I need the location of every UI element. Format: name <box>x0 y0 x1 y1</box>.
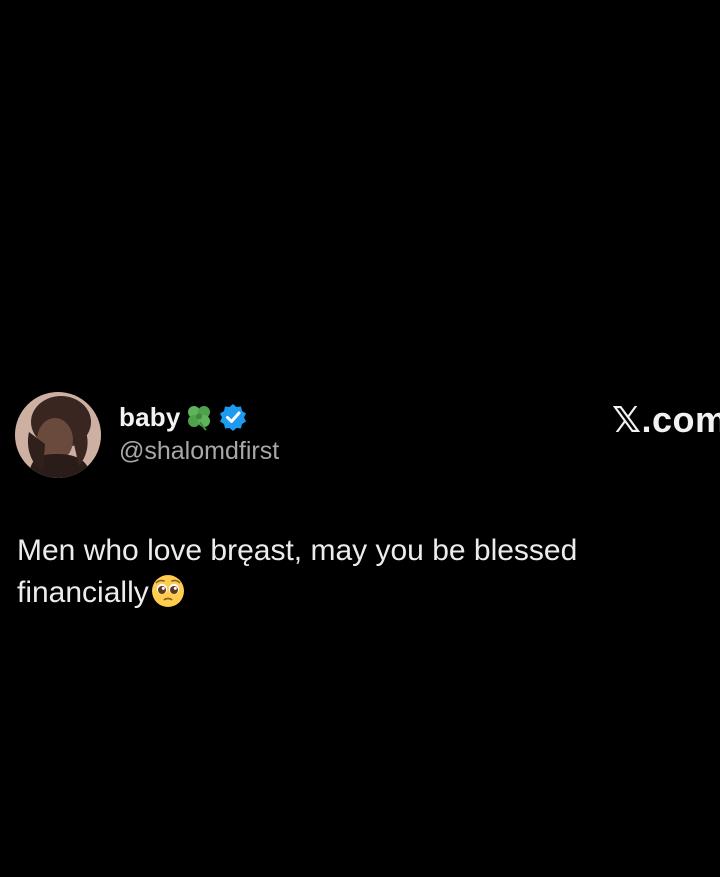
avatar[interactable] <box>15 392 101 478</box>
four-leaf-clover-icon <box>184 402 214 432</box>
verified-badge-icon <box>218 402 248 432</box>
display-name[interactable]: baby <box>119 402 180 433</box>
tweet-text: Men who love bręast, may you be blessed … <box>17 530 697 614</box>
avatar-image <box>15 392 101 478</box>
tweet-text-line: Men who love bręast, may you be blessed <box>17 534 578 567</box>
tweet-text-line: financially <box>17 576 149 609</box>
display-name-row[interactable]: baby <box>119 400 248 434</box>
tweet-text-line-2: financially <box>17 572 697 614</box>
x-com-watermark: 𝕏.com <box>612 399 720 441</box>
tweet-card: baby @shalomdfirst 𝕏.com Men who love br… <box>0 0 720 877</box>
user-handle[interactable]: @shalomdfirst <box>119 437 279 466</box>
x-logo-icon: 𝕏 <box>612 400 642 441</box>
brand-domain: .com <box>641 399 720 440</box>
pleading-face-icon <box>150 573 186 609</box>
